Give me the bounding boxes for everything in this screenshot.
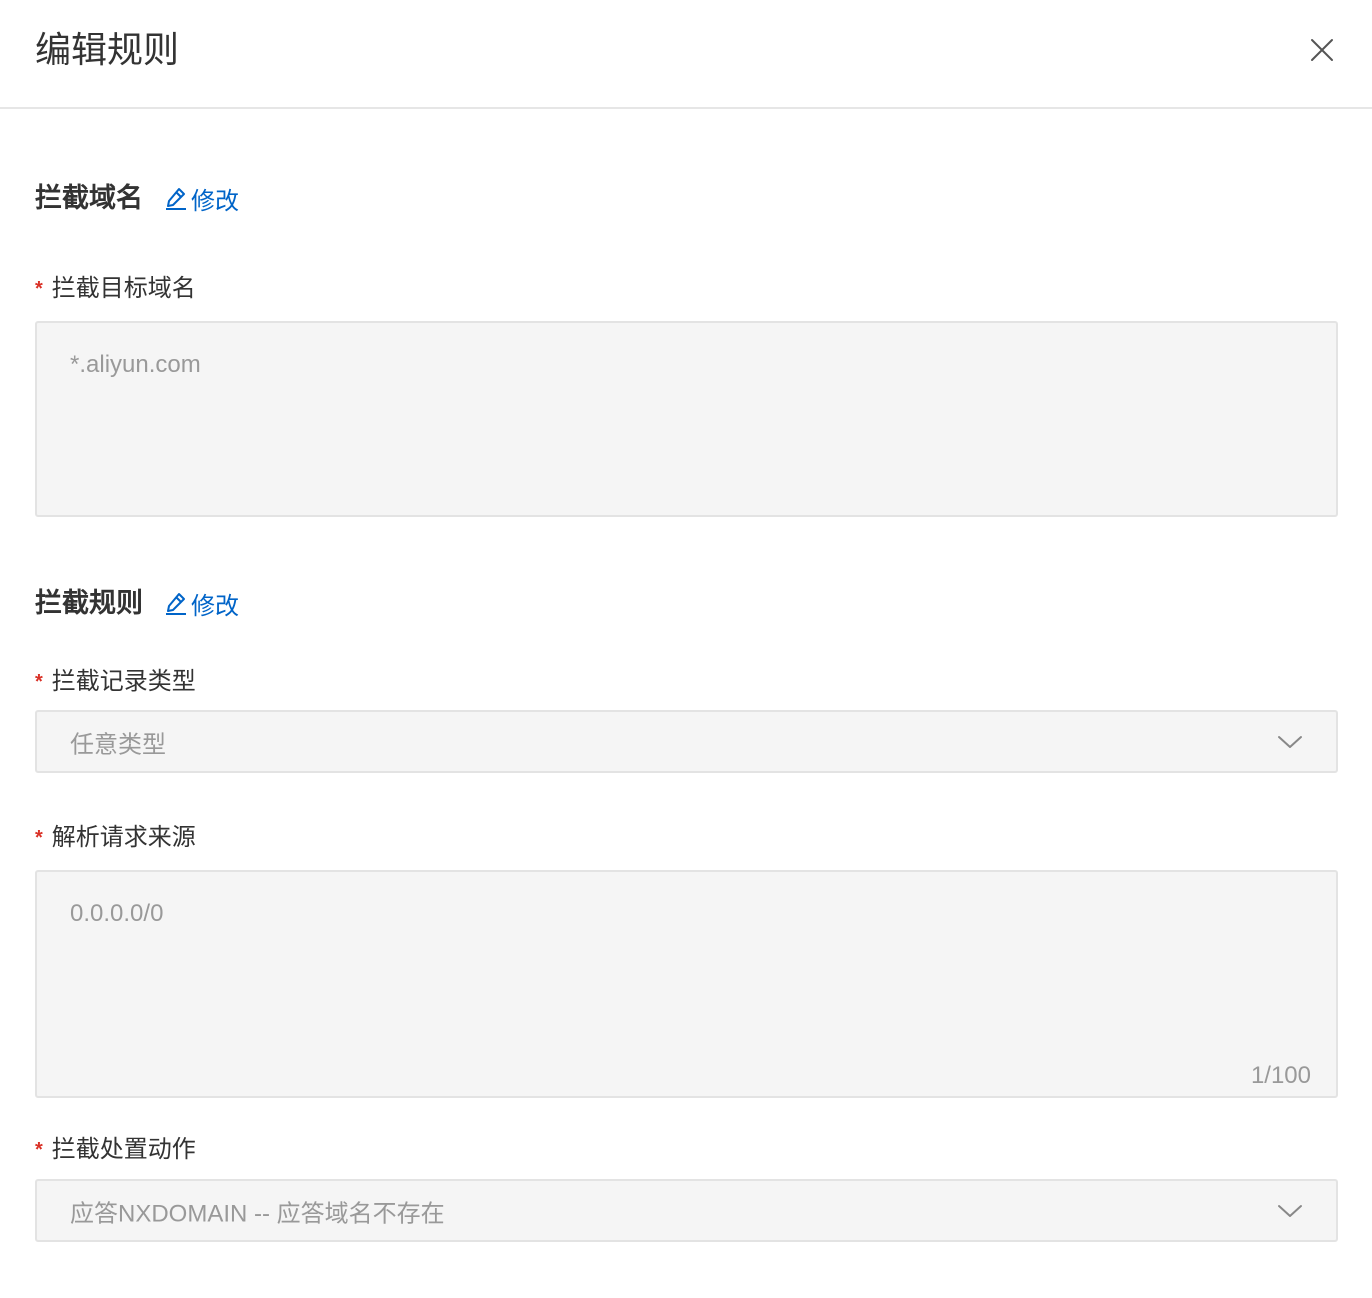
target-domain-value: *.aliyun.com <box>70 351 201 378</box>
rule-section-title: 拦截规则 <box>35 588 143 618</box>
edit-rule-link[interactable]: 修改 <box>163 586 239 621</box>
edit-domain-link[interactable]: 修改 <box>163 181 239 216</box>
record-type-select[interactable]: 任意类型 <box>35 710 1338 773</box>
request-source-label-text: 解析请求来源 <box>51 824 196 851</box>
domain-section-header: 拦截域名 修改 <box>35 180 239 216</box>
target-domain-textarea[interactable]: *.aliyun.com <box>35 321 1338 517</box>
action-label: * 拦截处置动作 <box>35 1135 196 1165</box>
edit-pencil-icon <box>166 188 186 210</box>
record-type-label-text: 拦截记录类型 <box>51 668 196 695</box>
required-mark: * <box>35 278 43 300</box>
required-mark: * <box>35 671 43 693</box>
chevron-down-icon <box>1278 1204 1302 1217</box>
action-select[interactable]: 应答NXDOMAIN -- 应答域名不存在 <box>35 1179 1338 1242</box>
close-icon <box>1311 39 1333 61</box>
action-label-text: 拦截处置动作 <box>51 1136 196 1163</box>
request-source-label: * 解析请求来源 <box>35 823 196 853</box>
drawer-title: 编辑规则 <box>35 29 180 70</box>
required-mark: * <box>35 827 43 849</box>
edit-domain-label: 修改 <box>191 187 239 215</box>
record-type-value: 任意类型 <box>70 731 166 758</box>
domain-section-title: 拦截域名 <box>35 183 143 213</box>
rule-section-header: 拦截规则 修改 <box>35 585 239 621</box>
required-mark: * <box>35 1139 43 1161</box>
target-domain-label: * 拦截目标域名 <box>35 274 196 304</box>
edit-pencil-icon <box>166 593 186 615</box>
edit-rule-label: 修改 <box>191 592 239 620</box>
chevron-down-icon <box>1278 735 1302 748</box>
record-type-label: * 拦截记录类型 <box>35 667 196 697</box>
drawer-header: 编辑规则 <box>0 0 1372 109</box>
target-domain-label-text: 拦截目标域名 <box>51 275 196 302</box>
edit-rule-drawer: 编辑规则 拦截域名 修改 * 拦截目标域名 *.aliyun.com 拦截规则 <box>0 0 1372 1298</box>
action-value: 应答NXDOMAIN -- 应答域名不存在 <box>70 1200 445 1227</box>
close-button[interactable] <box>1306 34 1338 66</box>
request-source-textarea[interactable]: 0.0.0.0/0 1/100 <box>35 870 1338 1098</box>
char-counter: 1/100 <box>1250 1062 1311 1089</box>
request-source-value: 0.0.0.0/0 <box>70 900 164 927</box>
